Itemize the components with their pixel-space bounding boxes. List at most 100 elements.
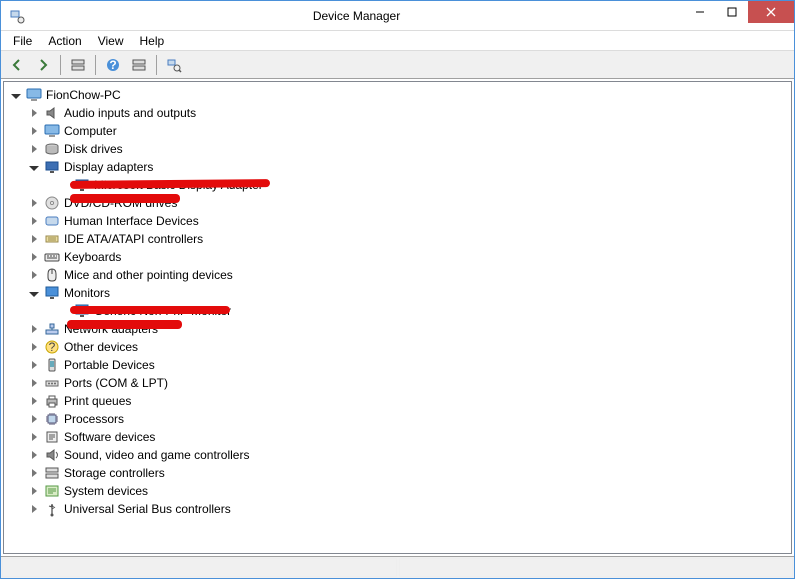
properties-button[interactable] [127,53,151,77]
scan-hardware-button[interactable] [162,53,186,77]
expander-collapsed-icon[interactable] [28,197,40,209]
tree-row[interactable]: Audio inputs and outputs [10,104,783,122]
expander-collapsed-icon[interactable] [28,503,40,515]
expander-expanded-icon[interactable] [10,89,22,101]
close-button[interactable] [748,1,794,23]
tree-item-label: Print queues [64,392,131,410]
tree-row[interactable]: Disk drives [10,140,783,158]
expander-collapsed-icon[interactable] [28,467,40,479]
tree-item-label: Display adapters [64,158,153,176]
ide-icon [44,231,60,247]
tree-row[interactable]: Storage controllers [10,464,783,482]
portable-icon [44,357,60,373]
tree-item-label: Monitors [64,284,110,302]
usb-icon [44,501,60,517]
show-hide-button[interactable] [66,53,90,77]
toolbar [1,51,794,79]
expander-collapsed-icon[interactable] [28,269,40,281]
menu-help[interactable]: Help [132,32,173,50]
tree-row[interactable]: Display adapters [10,158,783,176]
tree-row[interactable]: Human Interface Devices [10,212,783,230]
expander-collapsed-icon[interactable] [28,413,40,425]
tree-row[interactable]: Processors [10,410,783,428]
help-button[interactable] [101,53,125,77]
tree-row[interactable]: Portable Devices [10,356,783,374]
tree-row[interactable]: Monitors [10,284,783,302]
tree-row[interactable]: Keyboards [10,248,783,266]
menu-file[interactable]: File [5,32,40,50]
tree-row[interactable]: Universal Serial Bus controllers [10,500,783,518]
expander-expanded-icon[interactable] [28,287,40,299]
menu-view[interactable]: View [90,32,132,50]
expander-collapsed-icon[interactable] [28,449,40,461]
expander-placeholder [58,305,70,317]
tree-item-label: Portable Devices [64,356,155,374]
computer-icon [26,87,42,103]
tree-row[interactable]: Print queues [10,392,783,410]
window-title: Device Manager [29,9,684,23]
menu-action[interactable]: Action [40,32,89,50]
tree-row[interactable]: Other devices [10,338,783,356]
tree-row[interactable]: Ports (COM & LPT) [10,374,783,392]
expander-collapsed-icon[interactable] [28,143,40,155]
expander-collapsed-icon[interactable] [28,377,40,389]
tree-item-label: Processors [64,410,124,428]
back-button[interactable] [5,53,29,77]
other-icon [44,339,60,355]
menubar: File Action View Help [1,31,794,51]
status-pane-right [399,558,794,577]
tree-item-label: Disk drives [64,140,123,158]
device-tree[interactable]: FionChow-PCAudio inputs and outputsCompu… [3,81,792,554]
tree-row[interactable]: FionChow-PC [10,86,783,104]
expander-collapsed-icon[interactable] [28,485,40,497]
tree-row[interactable]: Mice and other pointing devices [10,266,783,284]
expander-collapsed-icon[interactable] [28,125,40,137]
toolbar-separator [95,55,96,75]
monitors-highlight [67,320,182,329]
disk-icon [44,141,60,157]
port-icon [44,375,60,391]
expander-collapsed-icon[interactable] [28,233,40,245]
tree-row[interactable]: Computer [10,122,783,140]
expander-collapsed-icon[interactable] [28,395,40,407]
computer-icon [44,123,60,139]
expander-collapsed-icon[interactable] [28,107,40,119]
tree-item-label: System devices [64,482,148,500]
tree-item-label: IDE ATA/ATAPI controllers [64,230,203,248]
tree-item-label: Universal Serial Bus controllers [64,500,231,518]
expander-collapsed-icon[interactable] [28,431,40,443]
hid-icon [44,213,60,229]
keyboard-icon [44,249,60,265]
tree-row[interactable]: Sound, video and game controllers [10,446,783,464]
expander-expanded-icon[interactable] [28,161,40,173]
status-bar [1,556,794,578]
audio-icon [44,105,60,121]
tree-item-label: Human Interface Devices [64,212,199,230]
expander-collapsed-icon[interactable] [28,215,40,227]
tree-row[interactable]: System devices [10,482,783,500]
device-mgr-icon [9,8,25,24]
forward-button[interactable] [31,53,55,77]
toolbar-separator [60,55,61,75]
minimize-button[interactable] [684,1,716,23]
network-icon [44,321,60,337]
maximize-button[interactable] [716,1,748,23]
expander-collapsed-icon[interactable] [28,341,40,353]
tree-item-label: Sound, video and game controllers [64,446,249,464]
tree-item-label: Other devices [64,338,138,356]
display-icon [44,159,60,175]
monitor-icon [44,285,60,301]
printer-icon [44,393,60,409]
tree-item-label: Mice and other pointing devices [64,266,233,284]
storage-icon [44,465,60,481]
tree-row[interactable]: IDE ATA/ATAPI controllers [10,230,783,248]
titlebar: Device Manager [1,1,794,31]
expander-collapsed-icon[interactable] [28,359,40,371]
expander-collapsed-icon[interactable] [28,323,40,335]
expander-collapsed-icon[interactable] [28,251,40,263]
cd-icon [44,195,60,211]
tree-row[interactable]: Software devices [10,428,783,446]
tree-item-label: Ports (COM & LPT) [64,374,168,392]
display-adapter-highlight [70,194,180,203]
sound-icon [44,447,60,463]
